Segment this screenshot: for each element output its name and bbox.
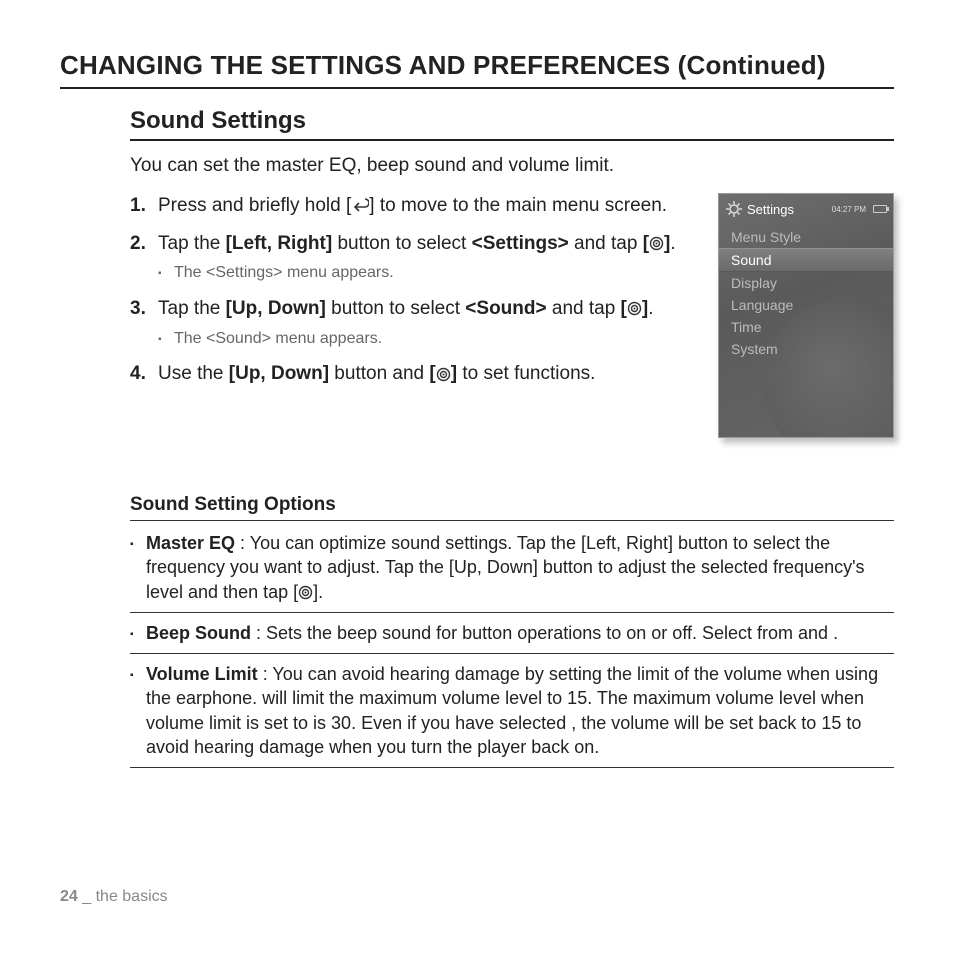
step-number: 1. <box>130 193 146 219</box>
device-menu-item: Sound <box>719 248 893 272</box>
ok-icon <box>649 236 664 251</box>
device-time: 04:27 PM <box>832 205 866 214</box>
battery-icon <box>873 205 887 213</box>
option-item: Master EQ : You can optimize sound setti… <box>130 531 894 613</box>
back-icon <box>351 198 369 213</box>
ok-icon <box>627 301 642 316</box>
option-item: Beep Sound : Sets the beep sound for but… <box>130 621 894 654</box>
step-list: 1. Press and briefly hold [ ] to move to … <box>130 193 700 399</box>
option-label: Master EQ <box>146 533 235 553</box>
footer-section: the basics <box>96 888 168 905</box>
step-1: 1. Press and briefly hold [ ] to move to … <box>130 193 700 219</box>
step-text-post: ] to move to the main menu screen. <box>369 195 667 216</box>
page-footer: 24 _ the basics <box>60 888 168 906</box>
step-sub: The <Settings> menu appears. <box>158 262 700 284</box>
page-title: CHANGING THE SETTINGS AND PREFERENCES (C… <box>60 50 894 89</box>
step-text: Press and briefly hold [ <box>158 195 351 216</box>
ok-icon <box>298 585 313 600</box>
step-sub: The <Sound> menu appears. <box>158 328 700 350</box>
step-4: 4. Use the [Up, Down] button and [] to s… <box>130 361 700 387</box>
option-label: Volume Limit <box>146 664 258 684</box>
device-title: Settings <box>747 202 794 217</box>
device-header: Settings 04:27 PM <box>719 194 893 222</box>
device-menu-item: Display <box>719 272 893 294</box>
step-number: 4. <box>130 361 146 387</box>
option-label: Beep Sound <box>146 623 251 643</box>
device-menu-item: Time <box>719 316 893 338</box>
step-2: 2. Tap the [Left, Right] button to selec… <box>130 231 700 284</box>
option-item: Volume Limit : You can avoid hearing dam… <box>130 662 894 768</box>
page-number: 24 <box>60 888 78 905</box>
options-title: Sound Setting Options <box>130 494 894 521</box>
gear-icon <box>725 200 743 218</box>
option-text: : Sets the beep sound for button operati… <box>251 623 838 643</box>
step-number: 2. <box>130 231 146 257</box>
device-screenshot: Settings 04:27 PM Menu StyleSoundDisplay… <box>718 193 894 438</box>
option-text: : You can optimize sound settings. Tap t… <box>146 533 865 602</box>
device-menu-item: System <box>719 338 893 360</box>
step-number: 3. <box>130 296 146 322</box>
device-menu-item: Menu Style <box>719 226 893 248</box>
device-menu-item: Language <box>719 294 893 316</box>
content-body: Sound Settings You can set the master EQ… <box>60 107 894 768</box>
device-menu-list: Menu StyleSoundDisplayLanguageTimeSystem <box>719 222 893 364</box>
ok-icon <box>436 367 451 382</box>
intro-text: You can set the master EQ, beep sound an… <box>130 155 894 177</box>
options-list: Master EQ : You can optimize sound setti… <box>130 531 894 768</box>
step-3: 3. Tap the [Up, Down] button to select <… <box>130 296 700 349</box>
section-title: Sound Settings <box>130 107 894 141</box>
option-text-post: ]. <box>313 582 323 602</box>
